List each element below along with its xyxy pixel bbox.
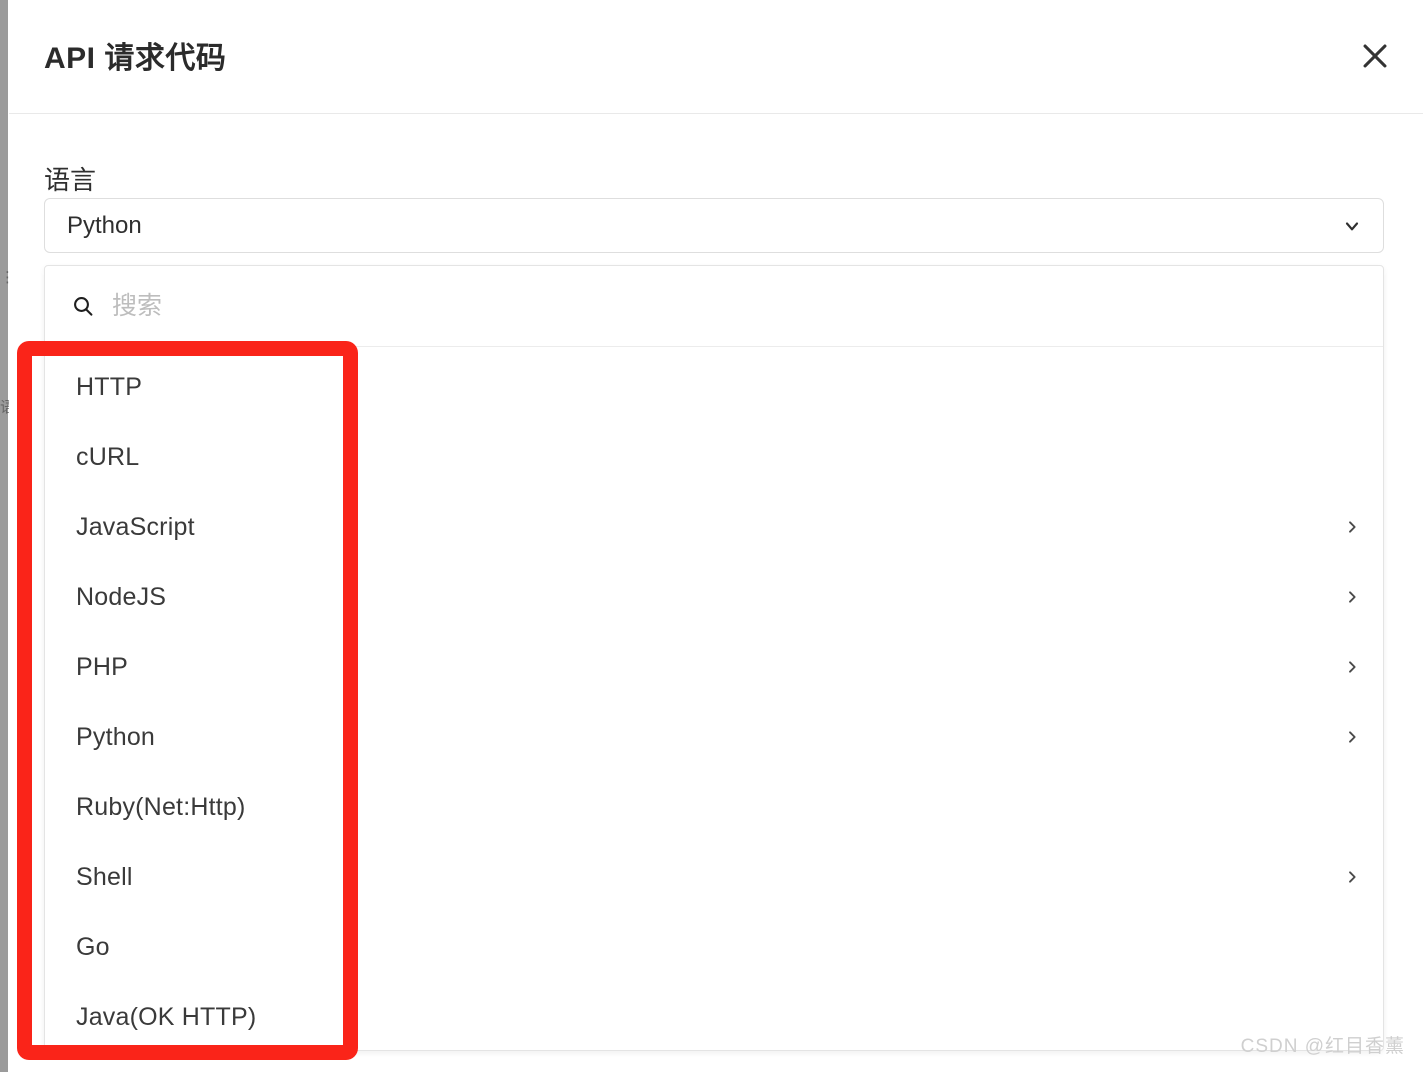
watermark: CSDN @红目香薰 xyxy=(1240,1036,1405,1057)
gutter-ghost-text-top: ⋮ xyxy=(0,270,9,285)
language-option-ruby-net-http[interactable]: Ruby(Net:Http) xyxy=(45,772,1383,842)
option-label: JavaScript xyxy=(76,512,195,541)
language-option-nodejs[interactable]: NodeJS xyxy=(45,562,1383,632)
chevron-right-icon xyxy=(1343,588,1361,606)
language-option-curl[interactable]: cURL xyxy=(45,422,1383,492)
modal-header: API 请求代码 xyxy=(9,0,1423,114)
chevron-right-icon xyxy=(1343,868,1361,886)
language-select[interactable]: Python xyxy=(44,198,1384,253)
language-option-list: HTTP cURL JavaScript NodeJS PHP Python Ruby(Ne… xyxy=(45,347,1383,1050)
close-icon xyxy=(1358,39,1392,73)
option-label: Python xyxy=(76,722,156,751)
page-gutter xyxy=(0,0,8,1072)
page-title: API 请求代码 xyxy=(44,42,227,75)
option-label: PHP xyxy=(76,652,129,681)
close-button[interactable] xyxy=(1349,30,1401,82)
language-select-value: Python xyxy=(67,211,142,239)
option-label: Shell xyxy=(76,862,133,891)
search-input[interactable] xyxy=(112,291,712,321)
language-label: 语言 xyxy=(44,165,97,195)
language-dropdown-panel: HTTP cURL JavaScript NodeJS PHP Python Ruby(Ne… xyxy=(44,265,1384,1051)
search-icon xyxy=(70,293,96,319)
language-option-http[interactable]: HTTP xyxy=(45,352,1383,422)
chevron-right-icon xyxy=(1343,658,1361,676)
api-request-code-modal: API 请求代码 语言 Python 搜索 HTTP cURL JavaScri… xyxy=(9,0,1423,1072)
option-label: Ruby(Net:Http) xyxy=(76,792,246,821)
language-option-go[interactable]: Go xyxy=(45,912,1383,982)
option-label: HTTP xyxy=(76,372,143,401)
chevron-right-icon xyxy=(1343,518,1361,536)
gutter-ghost-text-bottom: 语 xyxy=(0,400,9,415)
option-label: Go xyxy=(76,932,110,961)
chevron-right-icon xyxy=(1343,728,1361,746)
language-option-shell[interactable]: Shell xyxy=(45,842,1383,912)
option-label: Java(OK HTTP) xyxy=(76,1002,257,1031)
language-option-javascript[interactable]: JavaScript xyxy=(45,492,1383,562)
language-option-python[interactable]: Python xyxy=(45,702,1383,772)
option-label: cURL xyxy=(76,442,140,471)
option-label: NodeJS xyxy=(76,582,167,611)
chevron-down-icon xyxy=(1341,215,1363,237)
language-option-java-ok-http[interactable]: Java(OK HTTP) xyxy=(45,982,1383,1050)
language-option-php[interactable]: PHP xyxy=(45,632,1383,702)
dropdown-search-row xyxy=(45,266,1383,347)
